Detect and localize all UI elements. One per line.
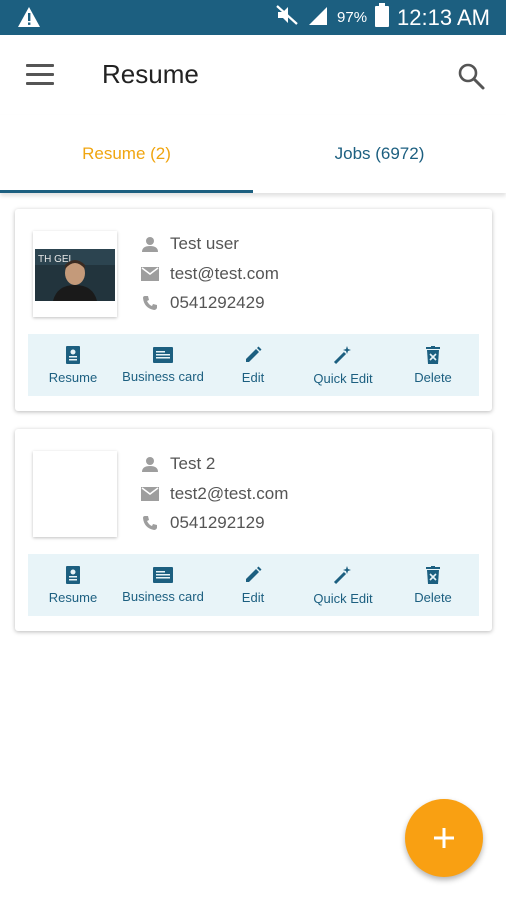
resume-email: test@test.com: [170, 264, 279, 283]
battery-icon: [375, 3, 390, 32]
name-row: Test 2: [140, 454, 215, 474]
resume-phone: 0541292129: [170, 513, 265, 532]
page-title: Resume: [102, 59, 199, 89]
resume-phone: 0541292429: [170, 293, 265, 312]
business-card-button[interactable]: Business card: [118, 334, 208, 396]
resume-photo: TH GEL: [33, 231, 117, 317]
delete-button-label: Delete: [414, 589, 452, 605]
business-card-icon: [153, 346, 173, 363]
resume-button-label: Resume: [48, 589, 98, 605]
resume-icon: [66, 565, 80, 584]
quick-edit-button-label: Quick Edit: [313, 370, 373, 386]
add-resume-button[interactable]: [405, 799, 483, 877]
battery-percent: 97%: [337, 9, 368, 26]
business-card-button-label: Business card: [122, 368, 204, 384]
phone-icon: [140, 514, 160, 532]
email-row: test2@test.com: [140, 484, 288, 504]
mute-icon: [275, 4, 299, 31]
tab-resume[interactable]: Resume (2): [0, 115, 253, 193]
edit-button-label: Edit: [241, 369, 265, 385]
app-toolbar: Resume: [0, 35, 506, 115]
menu-icon[interactable]: [26, 64, 54, 86]
delete-button[interactable]: Delete: [388, 554, 478, 616]
edit-button[interactable]: Edit: [208, 554, 298, 616]
person-icon: [140, 455, 160, 473]
business-card-icon: [153, 566, 173, 583]
signal-icon: [307, 4, 329, 31]
business-card-button-label: Business card: [122, 588, 204, 604]
trash-icon: [426, 345, 440, 364]
resume-card[interactable]: Test 2 test2@test.com 0541292129 Resume …: [15, 429, 492, 631]
tab-jobs[interactable]: Jobs (6972): [253, 115, 506, 193]
email-row: test@test.com: [140, 264, 279, 284]
resume-card[interactable]: TH GEL Test user test@test.com 054129242…: [15, 209, 492, 411]
magic-wand-icon: [333, 345, 351, 364]
mail-icon: [140, 485, 160, 503]
card-actions: Resume Business card Edit Quick Edit Del…: [28, 334, 479, 396]
phone-icon: [140, 294, 160, 312]
person-icon: [140, 235, 160, 253]
resume-icon: [66, 345, 80, 364]
trash-icon: [426, 565, 440, 584]
plus-icon: [434, 828, 454, 848]
resume-button-label: Resume: [48, 369, 98, 385]
status-bar: 97% 12:13 AM: [0, 0, 506, 35]
warning-icon: [17, 6, 41, 33]
quick-edit-button-label: Quick Edit: [313, 590, 373, 606]
resume-email: test2@test.com: [170, 484, 289, 503]
pencil-icon: [246, 346, 262, 362]
tab-indicator: [0, 190, 253, 193]
profile-photo: TH GEL: [35, 249, 115, 301]
quick-edit-button[interactable]: Quick Edit: [298, 334, 388, 396]
name-row: Test user: [140, 234, 239, 254]
resume-button[interactable]: Resume: [28, 334, 118, 396]
quick-edit-button[interactable]: Quick Edit: [298, 554, 388, 616]
business-card-button[interactable]: Business card: [118, 554, 208, 616]
phone-row: 0541292429: [140, 293, 265, 313]
resume-name: Test 2: [170, 454, 216, 473]
resume-button[interactable]: Resume: [28, 554, 118, 616]
tab-bar: Resume (2) Jobs (6972): [0, 115, 506, 193]
mail-icon: [140, 265, 160, 283]
resume-name: Test user: [170, 234, 239, 253]
search-icon[interactable]: [456, 61, 486, 91]
phone-row: 0541292129: [140, 513, 265, 533]
delete-button-label: Delete: [414, 369, 452, 385]
delete-button[interactable]: Delete: [388, 334, 478, 396]
card-actions: Resume Business card Edit Quick Edit Del…: [28, 554, 479, 616]
pencil-icon: [246, 566, 262, 582]
status-time: 12:13 AM: [397, 4, 490, 30]
resume-photo-empty: [33, 451, 117, 537]
edit-button-label: Edit: [241, 589, 265, 605]
edit-button[interactable]: Edit: [208, 334, 298, 396]
magic-wand-icon: [333, 565, 351, 584]
